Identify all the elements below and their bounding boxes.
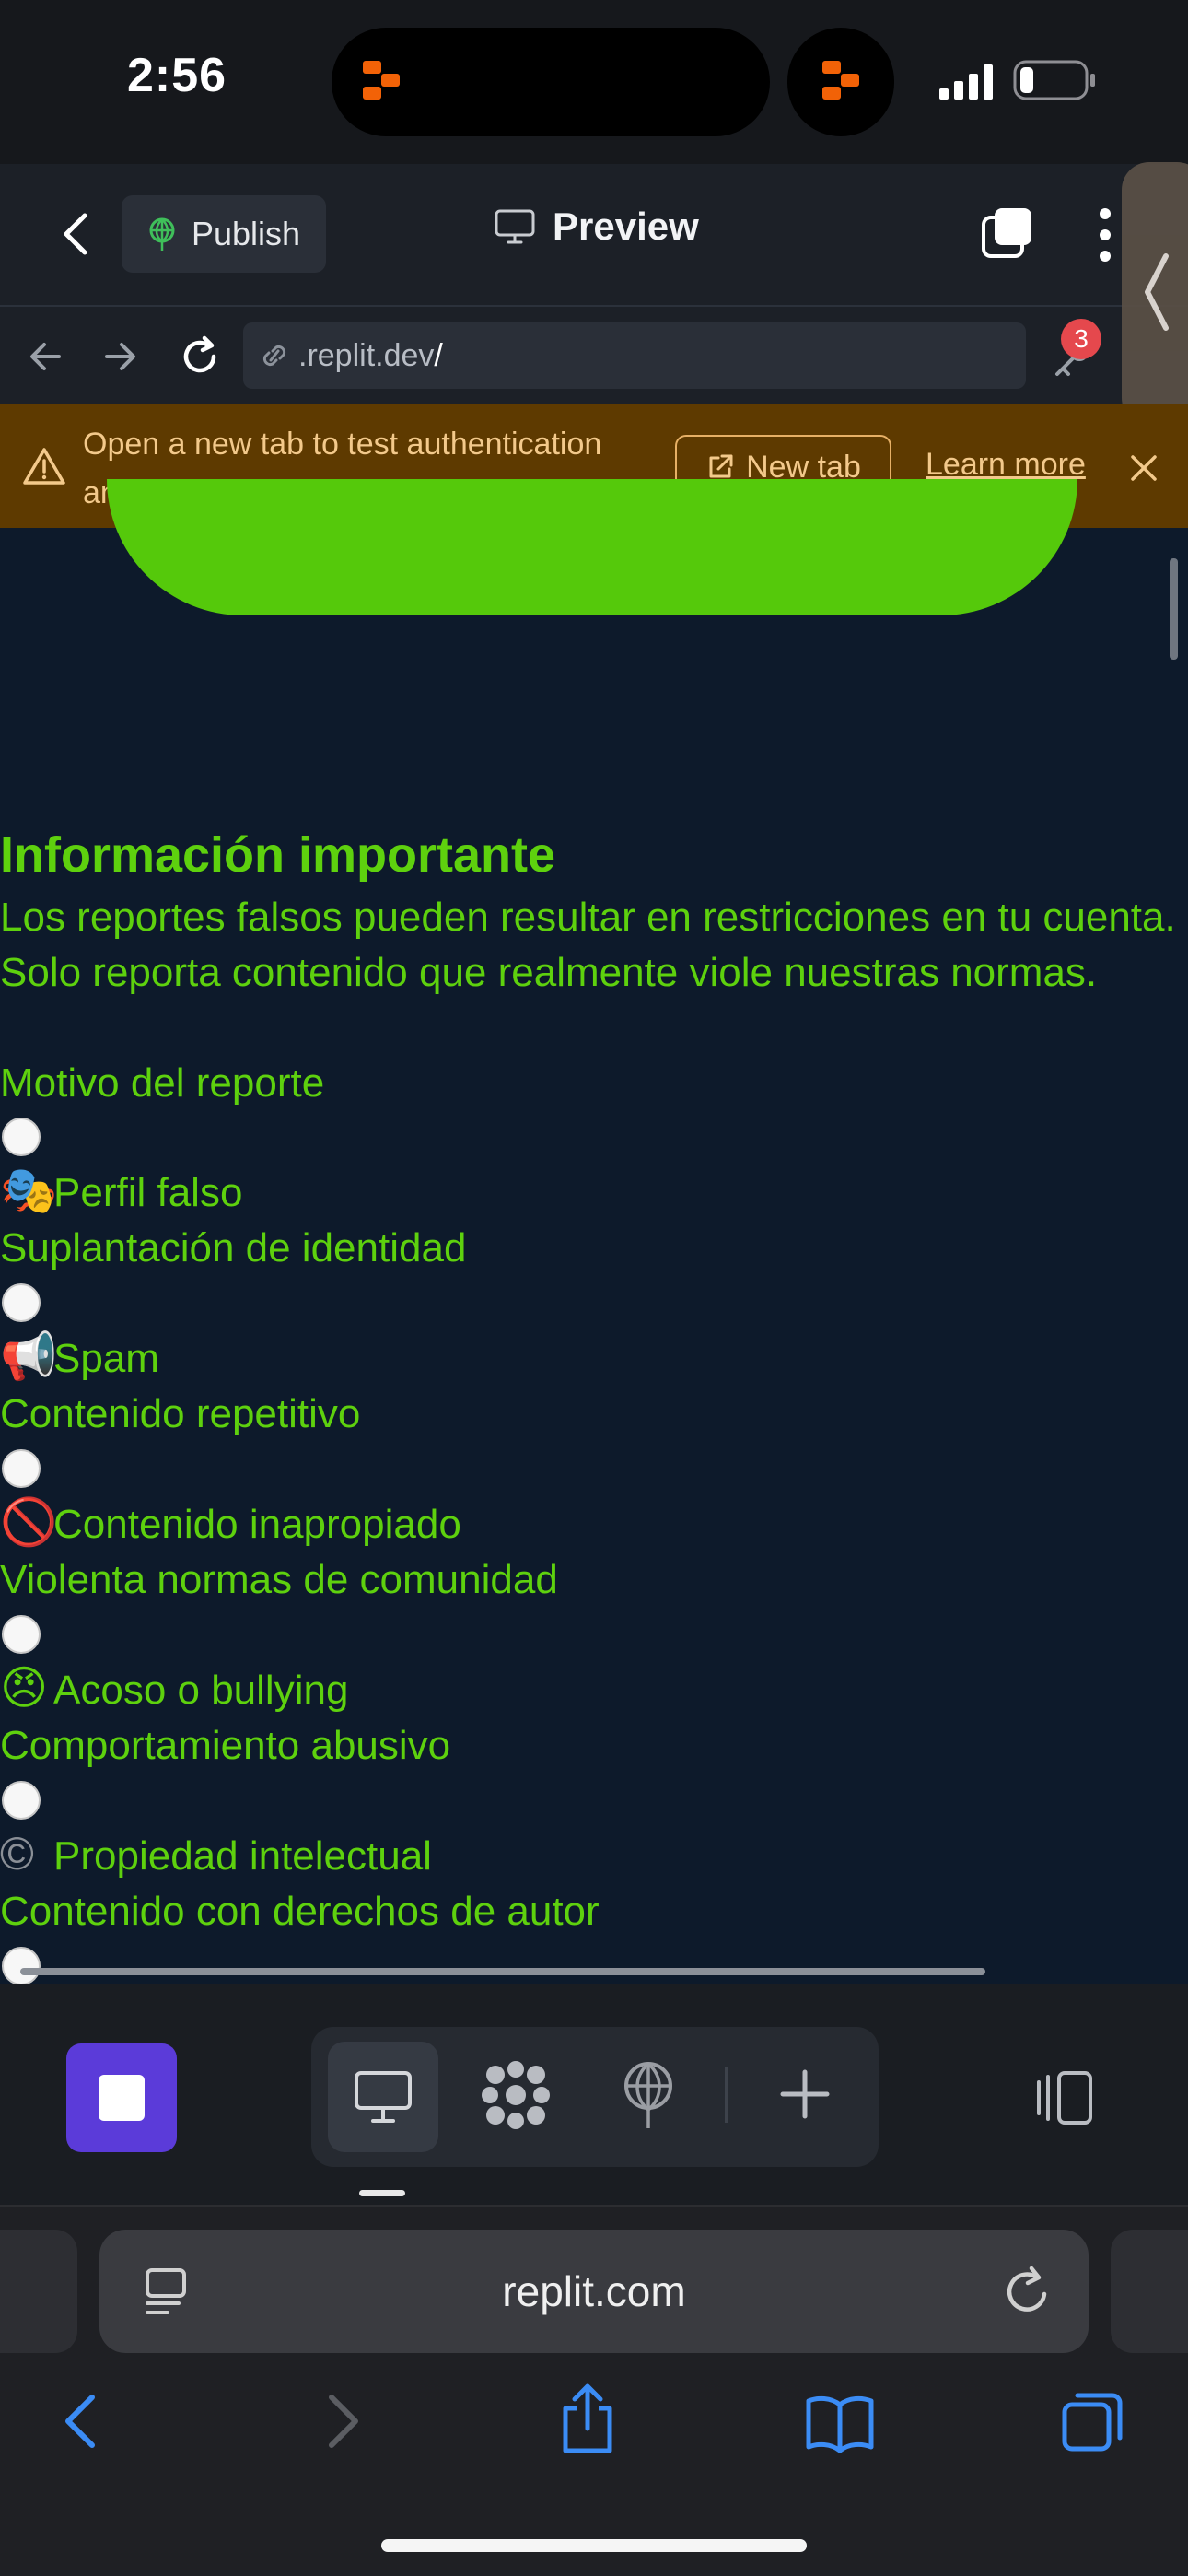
angry-face-icon: 😠 <box>0 1662 49 1714</box>
chevron-left-icon <box>1145 253 1169 331</box>
learn-more-link[interactable]: Learn more <box>926 447 1086 483</box>
replit-logo-icon <box>822 61 859 100</box>
dynamic-island-live-activity <box>787 28 894 136</box>
prohibited-icon: 🚫 <box>0 1496 58 1548</box>
vertical-scrollbar[interactable] <box>1170 558 1178 660</box>
copyright-icon: © <box>0 1828 34 1879</box>
info-body: Los reportes falsos pueden resultar en r… <box>0 895 1176 995</box>
radio-inappropriate[interactable] <box>2 1449 41 1488</box>
home-indicator <box>381 2539 807 2552</box>
option-title-spam: 📢Spam <box>0 1329 159 1387</box>
submit-button-partial[interactable] <box>107 479 1077 615</box>
preview-label: Preview <box>553 205 699 248</box>
option-desc-fake-profile: Suplantación de identidad <box>0 1225 467 1270</box>
monitor-icon <box>355 2071 412 2123</box>
preview-tab[interactable]: Preview <box>494 205 699 249</box>
info-heading: Información importante <box>0 827 556 883</box>
radio-intellectual-property[interactable] <box>2 1781 41 1820</box>
safari-back-icon[interactable] <box>59 2392 105 2451</box>
apps-icon[interactable] <box>479 2058 553 2132</box>
deploy-icon[interactable] <box>615 2058 681 2132</box>
back-chevron-icon[interactable] <box>57 208 94 260</box>
option-title-text: Perfil falso <box>53 1170 243 1215</box>
horizontal-scrollbar[interactable] <box>20 1968 985 1975</box>
option-title-fake-profile: 🎭Perfil falso <box>0 1163 242 1221</box>
safari-forward-icon[interactable] <box>319 2392 365 2451</box>
side-panel-handle[interactable] <box>1122 162 1188 426</box>
megaphone-icon: 📢 <box>0 1330 58 1382</box>
dynamic-island <box>332 28 770 136</box>
warning-icon <box>23 448 65 485</box>
publish-globe-icon <box>149 217 175 251</box>
close-icon[interactable] <box>1127 451 1160 485</box>
radio-spam[interactable] <box>2 1283 41 1322</box>
stop-icon <box>99 2075 145 2121</box>
tabs-icon[interactable] <box>1061 2390 1125 2454</box>
radio-fake-profile[interactable] <box>2 1118 41 1156</box>
active-tab-indicator <box>359 2190 405 2196</box>
safari-reload-icon[interactable] <box>1002 2265 1054 2318</box>
option-title-text: Contenido inapropiado <box>53 1502 461 1547</box>
preview-monitor-icon <box>495 209 535 244</box>
option-title-text: Spam <box>53 1336 159 1381</box>
radio-next-option[interactable] <box>2 1947 41 1985</box>
secrets-count-badge: 3 <box>1061 319 1101 359</box>
reload-icon[interactable] <box>177 334 223 380</box>
replit-logo-icon <box>363 61 400 100</box>
option-title-text: Propiedad intelectual <box>53 1833 432 1879</box>
option-desc-intellectual-property: Contenido con derechos de autor <box>0 1889 600 1934</box>
url-text: .replit.dev <box>298 337 435 373</box>
status-time: 2:56 <box>127 49 227 102</box>
devtools-icon[interactable] <box>978 205 1037 263</box>
link-icon <box>262 345 286 367</box>
toolbar-separator <box>725 2067 728 2123</box>
more-icon[interactable] <box>1096 206 1114 263</box>
theater-masks-icon: 🎭 <box>0 1165 58 1216</box>
external-link-icon <box>709 454 733 478</box>
reason-label: Motivo del reporte <box>0 1060 325 1106</box>
url-slash: / <box>434 337 443 373</box>
option-title-text: Acoso o bullying <box>53 1668 349 1713</box>
share-icon[interactable] <box>556 2383 619 2456</box>
option-title-intellectual-property: © Propiedad intelectual <box>0 1826 432 1884</box>
preview-url-field[interactable]: .replit.dev / <box>243 322 1026 389</box>
bookmarks-icon[interactable] <box>805 2394 875 2453</box>
nav-forward-icon[interactable] <box>101 337 140 376</box>
publish-label: Publish <box>192 215 301 252</box>
radio-harassment[interactable] <box>2 1615 41 1654</box>
battery-icon <box>1013 60 1095 100</box>
tool-preview-button[interactable] <box>328 2042 438 2152</box>
nav-back-icon[interactable] <box>26 337 64 376</box>
option-desc-spam: Contenido repetitivo <box>0 1391 361 1436</box>
publish-button[interactable]: Publish <box>122 195 326 273</box>
option-title-harassment: 😠 Acoso o bullying <box>0 1660 348 1718</box>
option-desc-harassment: Comportamiento abusivo <box>0 1723 451 1768</box>
stop-button[interactable] <box>66 2043 177 2152</box>
option-desc-inappropriate: Violenta normas de comunidad <box>0 1557 558 1602</box>
plus-icon[interactable] <box>777 2067 833 2122</box>
option-title-inappropriate: 🚫Contenido inapropiado <box>0 1494 461 1552</box>
layout-icon[interactable] <box>1031 2067 1096 2128</box>
